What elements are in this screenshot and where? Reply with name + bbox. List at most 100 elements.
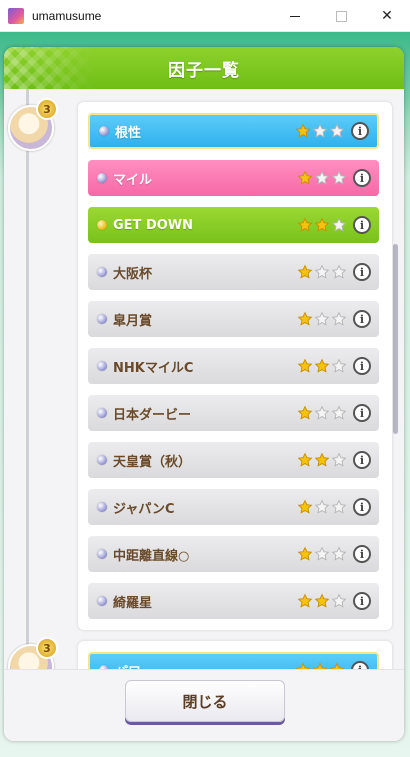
factor-name: 皐月賞 xyxy=(113,313,153,329)
factor-name: 綺羅星 xyxy=(113,595,153,611)
factor-scroll-area[interactable]: 3 根性 i マイル i GET DOWN i 大阪杯 i 皐月賞 i NHKマイルC i 日本ダービー i… xyxy=(4,89,404,669)
star-icon xyxy=(297,452,313,467)
window-title: umamusume xyxy=(32,8,102,23)
star-icon xyxy=(297,405,313,420)
factor-gem-icon xyxy=(97,549,107,559)
rank-badge: 3 xyxy=(36,98,58,120)
close-button[interactable]: 閉じる xyxy=(125,680,285,722)
star-icon xyxy=(312,662,328,669)
factor-name: マイル xyxy=(113,172,153,188)
factor-gem-icon xyxy=(97,455,107,465)
star-icon xyxy=(297,499,313,514)
factor-gem-icon xyxy=(97,408,107,418)
close-window-button[interactable]: ✕ xyxy=(364,0,410,32)
dialog-footer: 閉じる xyxy=(4,669,404,741)
factor-gem-icon xyxy=(97,173,107,183)
star-icon xyxy=(314,546,330,561)
factor-name: GET DOWN xyxy=(113,217,194,233)
scrollbar-thumb[interactable] xyxy=(393,244,398,434)
info-icon[interactable]: i xyxy=(353,545,371,563)
factor-gem-icon xyxy=(97,314,107,324)
dialog-title: 因子一覧 xyxy=(168,60,240,81)
star-rating xyxy=(296,405,347,421)
star-icon xyxy=(329,662,345,669)
info-icon[interactable]: i xyxy=(351,122,369,140)
factor-gem-icon xyxy=(97,267,107,277)
info-icon[interactable]: i xyxy=(353,498,371,516)
factor-item[interactable]: 日本ダービー i xyxy=(88,395,379,431)
star-rating xyxy=(296,452,347,468)
star-icon xyxy=(314,170,330,185)
factor-card: 根性 i マイル i GET DOWN i 大阪杯 i 皐月賞 i NHKマイルC i 日本ダービー i 天… xyxy=(78,102,392,630)
star-icon xyxy=(331,264,347,279)
factor-gem-icon xyxy=(97,596,107,606)
star-icon xyxy=(297,593,313,608)
factor-item[interactable]: 綺羅星 i xyxy=(88,583,379,619)
star-rating xyxy=(296,546,347,562)
star-rating xyxy=(294,123,345,139)
star-icon xyxy=(297,546,313,561)
star-rating xyxy=(296,499,347,515)
minimize-button[interactable] xyxy=(272,0,318,32)
app-icon xyxy=(8,7,24,24)
timeline-line xyxy=(26,89,29,669)
info-icon[interactable]: i xyxy=(353,310,371,328)
factor-name: 根性 xyxy=(115,125,142,141)
info-icon[interactable]: i xyxy=(353,169,371,187)
factor-item[interactable]: NHKマイルC i xyxy=(88,348,379,384)
factor-name: 日本ダービー xyxy=(113,407,192,423)
rank-badge: 3 xyxy=(36,637,58,659)
star-icon xyxy=(314,593,330,608)
star-icon xyxy=(331,452,347,467)
factor-name: ジャパンC xyxy=(113,501,175,517)
star-icon xyxy=(331,499,347,514)
window-titlebar: umamusume ✕ xyxy=(0,0,410,32)
maximize-button[interactable] xyxy=(318,0,364,32)
factor-item[interactable]: ジャパンC i xyxy=(88,489,379,525)
star-icon xyxy=(329,123,345,138)
factor-item[interactable]: パワー i xyxy=(88,652,379,669)
star-icon xyxy=(312,123,328,138)
star-rating xyxy=(294,662,345,669)
star-icon xyxy=(331,311,347,326)
star-icon xyxy=(297,311,313,326)
star-icon xyxy=(331,170,347,185)
factor-card: パワー i xyxy=(78,641,392,669)
star-icon xyxy=(314,499,330,514)
star-icon xyxy=(297,358,313,373)
star-icon xyxy=(331,546,347,561)
star-icon xyxy=(297,217,313,232)
star-icon xyxy=(314,264,330,279)
star-icon xyxy=(314,405,330,420)
factor-item[interactable]: 皐月賞 i xyxy=(88,301,379,337)
star-icon xyxy=(331,405,347,420)
info-icon[interactable]: i xyxy=(353,216,371,234)
info-icon[interactable]: i xyxy=(351,661,369,669)
info-icon[interactable]: i xyxy=(353,404,371,422)
dialog-header: 因子一覧 xyxy=(4,47,404,89)
factor-name: パワー xyxy=(115,661,294,670)
factor-item[interactable]: 中距離直線○ i xyxy=(88,536,379,572)
factor-item[interactable]: 天皇賞（秋） i xyxy=(88,442,379,478)
factor-list-dialog: 因子一覧 3 根性 i マイル i GET DOWN i 大阪杯 i 皐月賞 i NHKマイルC i 日本… xyxy=(4,47,404,741)
star-icon xyxy=(331,593,347,608)
info-icon[interactable]: i xyxy=(353,263,371,281)
factor-item[interactable]: マイル i xyxy=(88,160,379,196)
factor-item[interactable]: GET DOWN i xyxy=(88,207,379,243)
star-rating xyxy=(296,217,347,233)
star-icon xyxy=(297,170,313,185)
factor-item[interactable]: 根性 i xyxy=(88,113,379,149)
factor-item[interactable]: 大阪杯 i xyxy=(88,254,379,290)
star-icon xyxy=(314,217,330,232)
info-icon[interactable]: i xyxy=(353,592,371,610)
factor-gem-icon xyxy=(97,361,107,371)
info-icon[interactable]: i xyxy=(353,357,371,375)
info-icon[interactable]: i xyxy=(353,451,371,469)
star-rating xyxy=(296,264,347,280)
window-controls: ✕ xyxy=(272,0,410,32)
factor-name: 天皇賞（秋） xyxy=(113,454,192,470)
factor-gem-icon xyxy=(97,220,107,230)
factor-gem-icon xyxy=(99,126,109,136)
star-icon xyxy=(295,123,311,138)
star-icon xyxy=(314,452,330,467)
